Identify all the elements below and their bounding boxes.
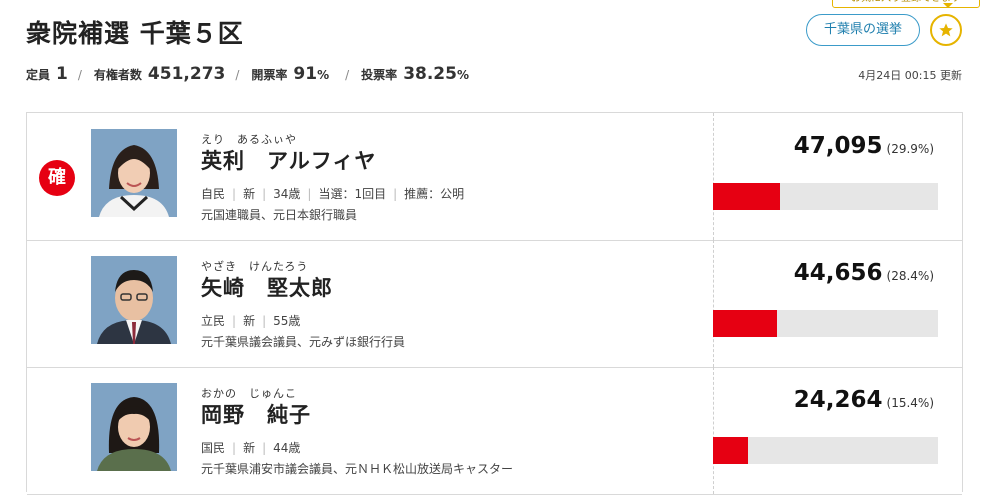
divider: /	[345, 68, 350, 82]
candidate-row: おかの じゅんこ 岡野 純子 国民 | 新 | 44歳 元千葉県浦安市議会議員、元ＮＨＫ…	[27, 367, 962, 495]
divider	[713, 240, 714, 367]
candidate-career: 元国連職員、元日本銀行職員	[201, 208, 358, 222]
elected-badge: 確	[39, 160, 75, 196]
vote-bar	[713, 437, 938, 464]
vote-share: (15.4%)	[886, 396, 934, 410]
favorite-button[interactable]	[930, 14, 962, 46]
candidate-info: 国民 | 新 | 44歳	[201, 441, 301, 455]
candidate-name[interactable]: 英利 アルフィヤ	[201, 145, 376, 175]
candidate-career: 元千葉県議会議員、元みずほ銀行行員	[201, 335, 406, 349]
vote-count: 44,656 (28.4%)	[794, 260, 934, 286]
vote-bar	[713, 310, 938, 337]
divider: /	[77, 68, 82, 82]
endorsement: 推薦：公明	[404, 187, 465, 201]
age: 55歳	[273, 314, 301, 328]
prefecture-elections-button[interactable]: 千葉県の選挙	[806, 14, 920, 46]
party: 国民	[201, 441, 226, 455]
vote-count: 24,264 (15.4%)	[794, 387, 934, 413]
candidate-photo	[91, 129, 177, 217]
vote-share: (29.9%)	[886, 142, 934, 156]
voters-value: 451,273	[147, 64, 226, 84]
candidate-row: 確 えり あるふぃや 英利 アルフィヤ 自民 | 新 | 34歳 | 当選：1回目 | 推薦：公…	[27, 113, 962, 241]
page-title: 衆院補選 千葉５区	[26, 19, 244, 48]
candidate-photo	[91, 383, 177, 471]
new-or-incumbent: 新	[243, 187, 256, 201]
votes-value: 47,095	[793, 133, 883, 159]
vote-bar	[713, 183, 938, 210]
party: 自民	[201, 187, 226, 201]
vote-bar-fill	[713, 437, 748, 464]
divider	[713, 367, 714, 494]
votes-value: 44,656	[793, 260, 883, 286]
candidate-career: 元千葉県浦安市議会議員、元ＮＨＫ松山放送局キャスター	[201, 462, 514, 476]
seats-label: 定員	[26, 68, 51, 82]
counted-unit: %	[317, 68, 330, 82]
counted-value: 91	[293, 64, 318, 84]
election-stats: 定員 1 / 有権者数 451,273 / 開票率 91% / 投票率 38.25%	[26, 64, 469, 84]
updated-time: 4月24日 00:15 更新	[858, 69, 962, 82]
counted-label: 開票率	[251, 68, 288, 82]
candidate-info: 自民 | 新 | 34歳 | 当選：1回目 | 推薦：公明	[201, 187, 465, 201]
candidate-photo	[91, 256, 177, 344]
votes-value: 24,264	[793, 387, 883, 413]
turnout-value: 38.25	[403, 64, 457, 84]
candidate-row: やざき けんたろう 矢崎 堅太郎 立民 | 新 | 55歳 元千葉県議会議員、元みずほ銀…	[27, 240, 962, 368]
candidate-info: 立民 | 新 | 55歳	[201, 314, 301, 328]
star-icon	[939, 23, 953, 37]
vote-bar-fill	[713, 183, 781, 210]
seats-value: 1	[56, 64, 68, 84]
divider: /	[235, 68, 240, 82]
divider	[713, 113, 714, 240]
candidate-table: 確 えり あるふぃや 英利 アルフィヤ 自民 | 新 | 34歳 | 当選：1回目 | 推薦：公…	[26, 112, 963, 495]
age: 44歳	[273, 441, 301, 455]
new-or-incumbent: 新	[243, 441, 256, 455]
candidate-name[interactable]: 岡野 純子	[201, 399, 311, 429]
turnout-unit: %	[456, 68, 469, 82]
vote-share: (28.4%)	[886, 269, 934, 283]
voters-label: 有権者数	[93, 68, 142, 82]
party: 立民	[201, 314, 226, 328]
vote-bar-fill	[713, 310, 777, 337]
candidate-name[interactable]: 矢崎 堅太郎	[201, 272, 333, 302]
turnout-label: 投票率	[361, 68, 398, 82]
age: 34歳	[273, 187, 301, 201]
new-or-incumbent: 新	[243, 314, 256, 328]
win-count: 当選：1回目	[318, 187, 387, 201]
vote-count: 47,095 (29.9%)	[794, 133, 934, 159]
favorite-tooltip: お気に入り登録できます	[832, 0, 980, 8]
